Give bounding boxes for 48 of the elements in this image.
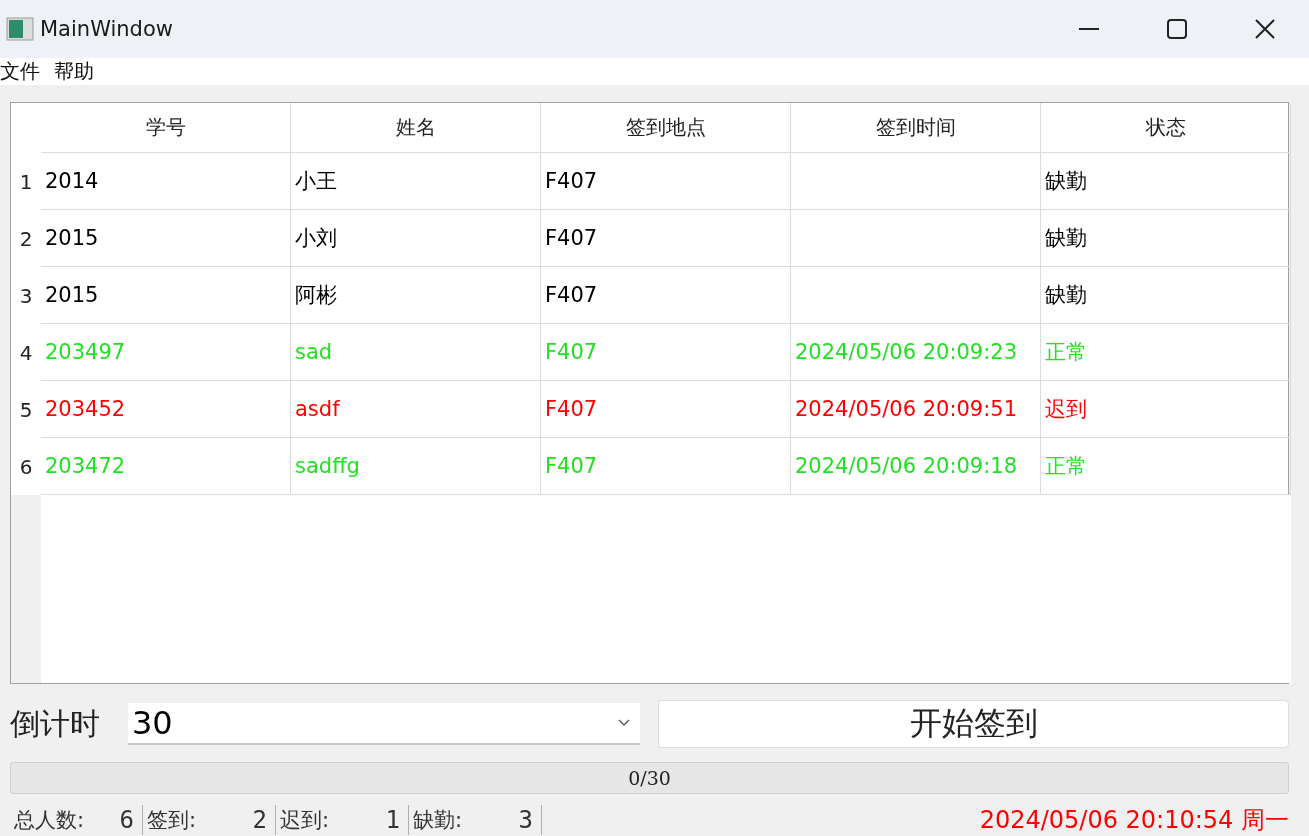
table-cell: 缺勤	[1041, 210, 1291, 267]
stat-value: 6	[118, 806, 134, 834]
datetime-text: 2024/05/06 20:10:54 周一	[979, 805, 1289, 836]
table-cell: 2015	[41, 210, 291, 267]
stat-label: 迟到:	[280, 807, 331, 834]
column-header[interactable]: 签到时间	[791, 103, 1041, 153]
close-icon	[1255, 19, 1275, 39]
menu-item[interactable]: 帮助	[54, 58, 94, 85]
table-cell: 小刘	[291, 210, 541, 267]
table-cell: F407	[541, 324, 791, 381]
column-header[interactable]: 学号	[41, 103, 291, 153]
menu-item[interactable]: 文件	[0, 58, 40, 85]
maximize-icon	[1167, 19, 1187, 39]
table-cell: 2014	[41, 153, 291, 210]
table-cell: 203497	[41, 324, 291, 381]
stat-label: 缺勤:	[413, 807, 464, 834]
start-button[interactable]: 开始签到	[658, 700, 1289, 748]
app-icon	[6, 17, 34, 41]
column-header[interactable]: 姓名	[291, 103, 541, 153]
countdown-combo[interactable]: 30	[128, 703, 640, 745]
table-cell: sad	[291, 324, 541, 381]
stat-value: 2	[251, 806, 267, 834]
stat-value: 1	[384, 806, 400, 834]
column-header[interactable]: 签到地点	[541, 103, 791, 153]
countdown-label: 倒计时	[10, 704, 101, 743]
table-cell: 阿彬	[291, 267, 541, 324]
table-cell: F407	[541, 267, 791, 324]
table-cell: asdf	[291, 381, 541, 438]
table-cell: 2015	[41, 267, 291, 324]
table-cell: F407	[541, 210, 791, 267]
table-cell: F407	[541, 381, 791, 438]
table-cell: 缺勤	[1041, 153, 1291, 210]
stat-value: 3	[517, 806, 533, 834]
table-cell: 缺勤	[1041, 267, 1291, 324]
progress-text: 0/30	[628, 767, 671, 789]
table-cell: 2024/05/06 20:09:51	[791, 381, 1041, 438]
chevron-down-icon	[618, 719, 630, 727]
table-cell: 正常	[1041, 324, 1291, 381]
stat-label: 签到:	[147, 807, 198, 834]
window-title: MainWindow	[40, 17, 174, 41]
table-cell: 203452	[41, 381, 291, 438]
column-header[interactable]: 状态	[1041, 103, 1291, 153]
table-cell: 小王	[291, 153, 541, 210]
stat-label: 总人数:	[14, 807, 86, 834]
minimize-icon	[1079, 28, 1099, 30]
table-cell: 迟到	[1041, 381, 1291, 438]
table-cell: 2024/05/06 20:09:23	[791, 324, 1041, 381]
table-cell: F407	[541, 153, 791, 210]
